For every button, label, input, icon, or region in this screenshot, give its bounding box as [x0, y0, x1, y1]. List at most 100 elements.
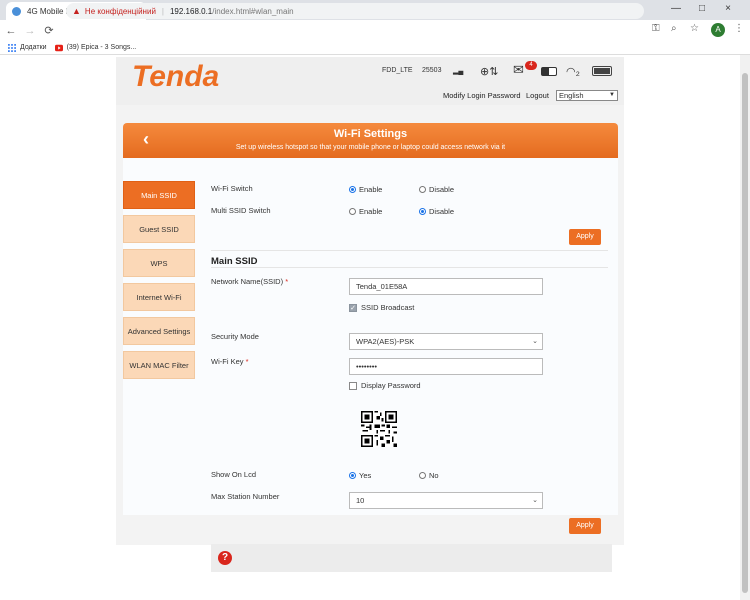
modify-password-link[interactable]: Modify Login Password: [443, 91, 521, 100]
chevron-down-icon: ▼: [609, 92, 615, 98]
help-bar: ?: [211, 544, 612, 572]
display-password-checkbox[interactable]: Display Password: [349, 381, 421, 390]
url-host: 192.168.0.1: [169, 6, 213, 16]
reload-icon[interactable]: ⟳: [41, 24, 57, 37]
language-value: English: [559, 91, 584, 100]
page-scrollbar[interactable]: [740, 55, 750, 600]
required-marker: *: [285, 277, 289, 286]
radio-dot: [349, 186, 356, 193]
radio-label: Disable: [429, 207, 455, 216]
radio-label: Yes: [359, 471, 372, 480]
radio-label: Enable: [359, 185, 383, 194]
divider: [211, 250, 608, 251]
qr-code-icon: [361, 411, 397, 447]
menu-dots-icon[interactable]: ⋮: [734, 23, 744, 34]
address-toolbar: ← → ⟳: [0, 20, 750, 41]
max-station-label: Max Station Number: [211, 492, 280, 501]
battery-icon: [592, 66, 612, 76]
ssid-input[interactable]: Tenda_01E58A: [349, 278, 543, 295]
bookmark-label: Додатки: [20, 44, 47, 51]
help-icon[interactable]: ?: [218, 551, 232, 565]
radio-label: Disable: [429, 185, 455, 194]
forward-arrow-icon[interactable]: →: [22, 25, 38, 37]
bookmark-youtube[interactable]: (39) Epica - 3 Songs...: [54, 44, 137, 52]
multi-ssid-disable-radio[interactable]: Disable: [419, 207, 454, 216]
show-on-lcd-label: Show On Lcd: [211, 470, 257, 479]
sim-icon: [541, 67, 557, 79]
apply-button-bottom[interactable]: Apply: [569, 518, 601, 534]
multi-ssid-enable-radio[interactable]: Enable: [349, 207, 382, 216]
network-type: FDD_LTE: [382, 67, 413, 74]
scrollbar-thumb[interactable]: [742, 73, 748, 593]
router-header: Tenda FDD_LTE 25503 ▂▄ ⊕⇅ ✉ 4 ◠₂ Modify …: [116, 57, 624, 105]
chevron-down-icon: ⌄: [532, 497, 538, 504]
back-arrow-icon[interactable]: ←: [3, 25, 19, 37]
security-mode-select[interactable]: WPA2(AES)-PSK ⌄: [349, 333, 543, 350]
checkbox-label: Display Password: [361, 381, 421, 390]
security-mode-value: WPA2(AES)-PSK: [356, 337, 415, 346]
wifi-enable-radio[interactable]: Enable: [349, 185, 382, 194]
wifi-switch-label: Wi-Fi Switch: [211, 184, 253, 193]
radio-label: Enable: [359, 207, 383, 216]
globe-icon: [12, 6, 21, 16]
close-window-button[interactable]: ×: [716, 0, 740, 20]
bookmarks-bar: Додатки (39) Epica - 3 Songs...: [0, 41, 750, 55]
chevron-down-icon: ⌄: [532, 338, 538, 345]
wifi-key-input[interactable]: ••••••••: [349, 358, 543, 375]
ssid-label: Network Name(SSID) *: [211, 277, 288, 286]
radio-dot: [419, 186, 426, 193]
radio-dot: [349, 472, 356, 479]
key-icon[interactable]: ⚿: [652, 23, 660, 34]
star-icon[interactable]: ☆: [690, 23, 699, 34]
wifi-settings-titlebar: ‹ Wi-Fi Settings Set up wireless hotspot…: [123, 123, 618, 158]
url-path: /index.html#wlan_main: [212, 6, 294, 16]
radio-dot: [349, 208, 356, 215]
youtube-icon: [54, 44, 63, 51]
max-station-value: 10: [356, 496, 365, 505]
required-marker: *: [245, 357, 249, 366]
page-title: Wi-Fi Settings: [333, 128, 408, 140]
zoom-icon[interactable]: ⌕: [671, 23, 677, 34]
lcd-no-radio[interactable]: No: [419, 471, 439, 480]
maximize-button[interactable]: □: [690, 0, 714, 20]
ssid-label-text: Network Name(SSID): [211, 277, 284, 286]
multi-ssid-label: Multi SSID Switch: [211, 206, 271, 215]
section-title: Main SSID: [211, 256, 258, 267]
bookmark-apps[interactable]: Додатки: [8, 43, 47, 52]
checkbox-unchecked: [349, 381, 357, 390]
radio-dot: [419, 472, 426, 479]
radio-label: No: [429, 471, 439, 480]
sidebar-item-advanced-settings[interactable]: Advanced Settings: [123, 317, 195, 345]
minimize-button[interactable]: —: [664, 0, 688, 20]
operator-code: 25503: [422, 67, 442, 74]
sidebar-item-wps[interactable]: WPS: [123, 249, 195, 277]
ssid-broadcast-checkbox[interactable]: ✓ SSID Broadcast: [349, 303, 414, 312]
divider: [211, 267, 608, 268]
checkbox-checked: ✓: [349, 303, 357, 312]
apps-grid-icon: [8, 43, 16, 52]
sidebar-item-internet-wifi[interactable]: Internet Wi-Fi: [123, 283, 195, 311]
url-bar[interactable]: ▲ Не конфіденційний | 192.168.0.1 /index…: [66, 3, 644, 19]
page-subtitle: Set up wireless hotspot so that your mob…: [235, 144, 506, 151]
lcd-yes-radio[interactable]: Yes: [349, 471, 371, 480]
globe-data-icon: ⊕⇅: [480, 66, 499, 78]
wifi-key-label: Wi-Fi Key *: [211, 357, 249, 366]
avatar[interactable]: A: [711, 23, 725, 37]
message-count-badge: 4: [525, 61, 537, 70]
wifi-icon: ◠₂: [566, 66, 580, 78]
max-station-select[interactable]: 10 ⌄: [349, 492, 543, 509]
radio-dot: [419, 208, 426, 215]
sidebar-item-guest-ssid[interactable]: Guest SSID: [123, 215, 195, 243]
url-separator: |: [161, 6, 164, 16]
wifi-disable-radio[interactable]: Disable: [419, 185, 454, 194]
apply-button-top[interactable]: Apply: [569, 229, 601, 245]
sidebar-item-wlan-mac-filter[interactable]: WLAN MAC Filter: [123, 351, 195, 379]
sidebar-item-main-ssid[interactable]: Main SSID: [123, 181, 195, 209]
signal-icon: ▂▄: [453, 68, 464, 75]
warning-icon: ▲: [72, 6, 81, 16]
bookmark-label: (39) Epica - 3 Songs...: [66, 44, 137, 51]
mail-icon[interactable]: ✉: [513, 62, 524, 78]
checkbox-label: SSID Broadcast: [361, 303, 415, 312]
logout-link[interactable]: Logout: [526, 91, 549, 100]
language-select[interactable]: English ▼: [556, 90, 618, 101]
